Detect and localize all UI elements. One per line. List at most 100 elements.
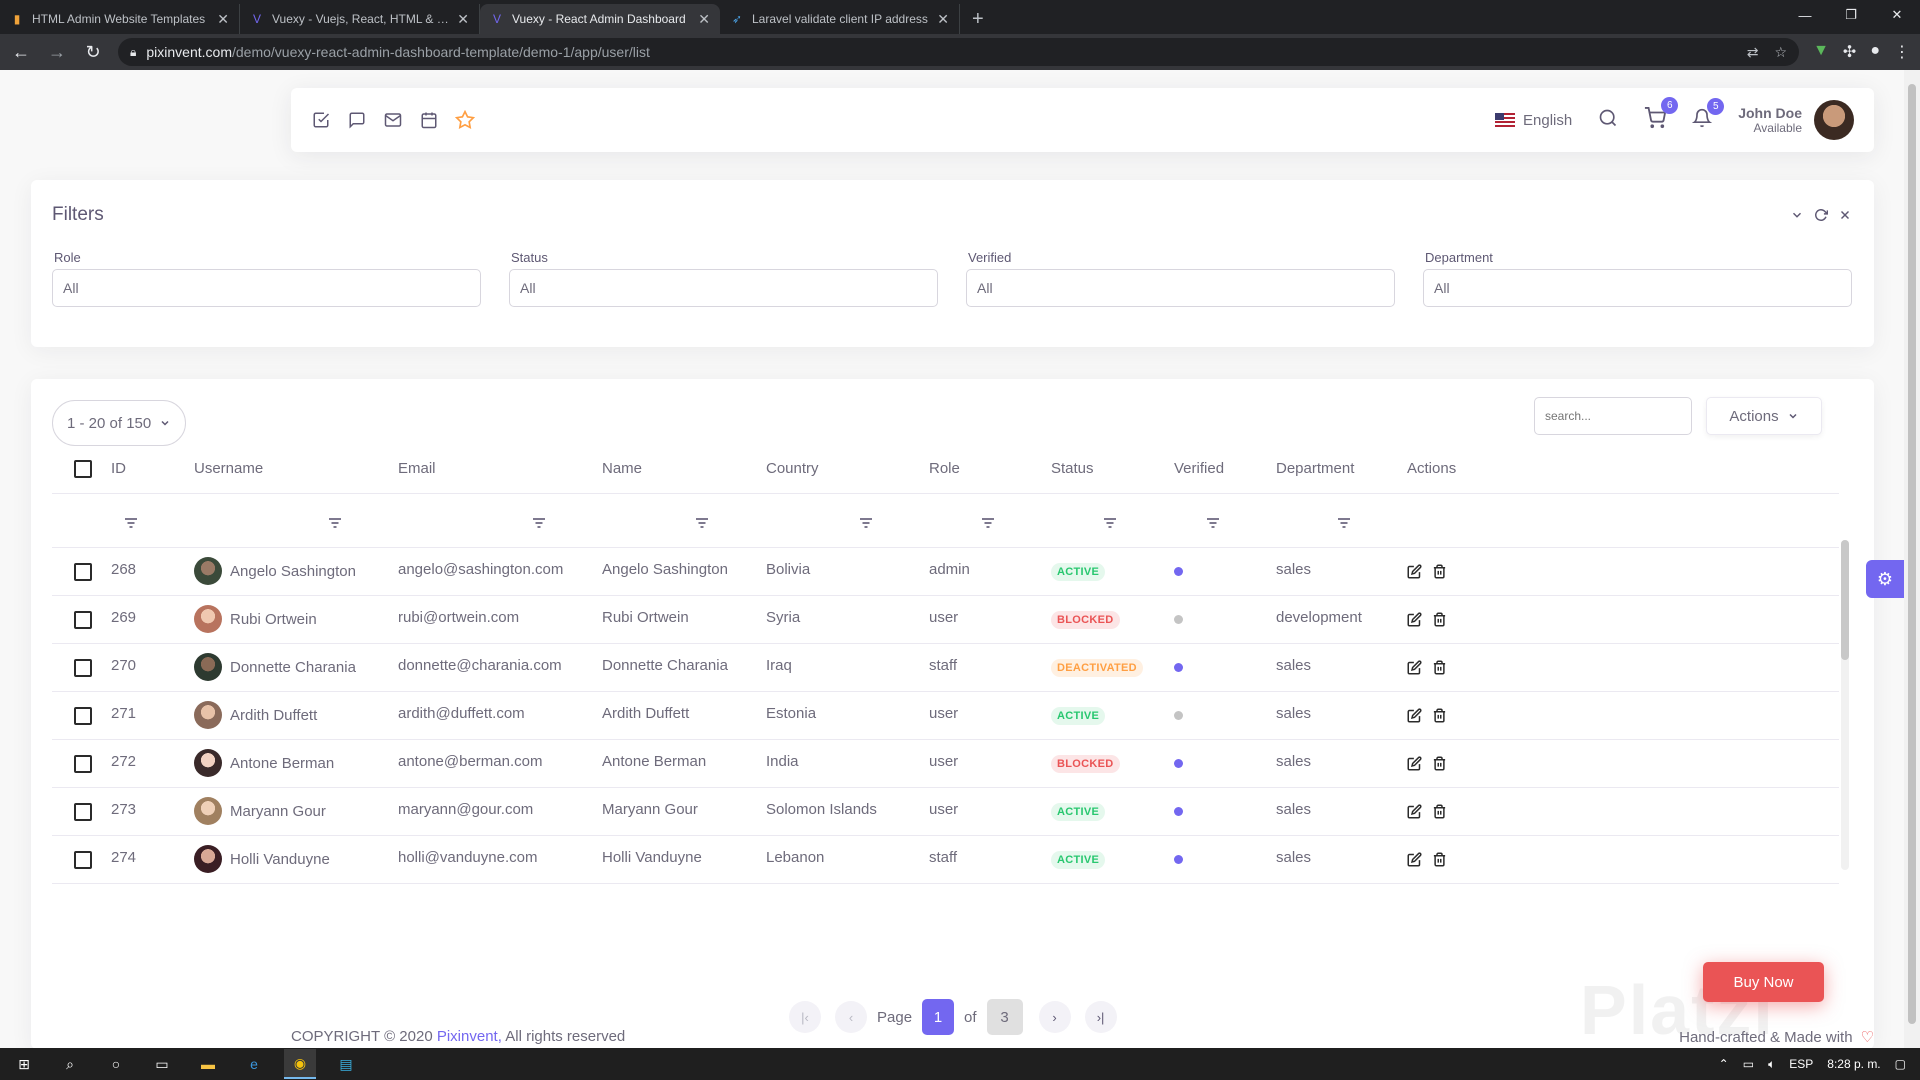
table-scrollbar[interactable] (1841, 540, 1849, 870)
select-all-checkbox[interactable] (74, 460, 92, 478)
table-row[interactable]: 274 Holli Vanduyne holli@vanduyne.com Holli… (52, 836, 1839, 884)
brand-link[interactable]: Pixinvent, (437, 1028, 502, 1045)
edit-icon[interactable] (1407, 852, 1422, 867)
column-header-country[interactable]: Country (766, 460, 819, 477)
search-input[interactable] (1534, 397, 1692, 435)
clock[interactable]: 8:28 p. m. (1827, 1057, 1880, 1071)
edit-icon[interactable] (1407, 804, 1422, 819)
delete-icon[interactable] (1432, 804, 1447, 819)
cortana-icon[interactable]: ○ (100, 1049, 132, 1079)
address-bar[interactable]: 🔒︎ pixinvent.com/demo/vuexy-react-admin-… (118, 38, 1800, 66)
delete-icon[interactable] (1432, 564, 1447, 579)
browser-menu-icon[interactable]: ⋮ (1894, 42, 1910, 62)
username-cell[interactable]: Ardith Duffett (194, 701, 317, 729)
role-select[interactable]: All (52, 269, 481, 307)
department-select[interactable]: All (1423, 269, 1852, 307)
username-cell[interactable]: Antone Berman (194, 749, 334, 777)
search-icon[interactable]: ⌕ (54, 1049, 86, 1079)
task-view-icon[interactable]: ▭ (146, 1049, 178, 1079)
collapse-chevron-icon[interactable] (1790, 208, 1804, 225)
username-cell[interactable]: Holli Vanduyne (194, 845, 330, 873)
new-tab-button[interactable]: + (960, 4, 996, 34)
table-row[interactable]: 268 Angelo Sashington angelo@sashington.co… (52, 548, 1839, 596)
delete-icon[interactable] (1432, 852, 1447, 867)
row-checkbox[interactable] (74, 755, 92, 773)
browser-tab-1[interactable]: V Vuexy - Vuejs, React, HTML & Laravel ✕ (240, 4, 480, 34)
delete-icon[interactable] (1432, 708, 1447, 723)
filter-icon[interactable] (124, 517, 138, 529)
username-cell[interactable]: Angelo Sashington (194, 557, 356, 585)
row-checkbox[interactable] (74, 851, 92, 869)
buy-now-button[interactable]: Buy Now (1703, 962, 1824, 1002)
browser-tab-2[interactable]: V Vuexy - React Admin Dashboard ✕ (480, 4, 720, 34)
profile-icon[interactable]: ● (1870, 42, 1880, 62)
cart-button[interactable]: 6 (1644, 96, 1679, 134)
chat-icon[interactable] (347, 110, 367, 130)
username-cell[interactable]: Maryann Gour (194, 797, 326, 825)
username-cell[interactable]: Rubi Ortwein (194, 605, 317, 633)
row-checkbox[interactable] (74, 563, 92, 581)
close-window-icon[interactable]: ✕ (1874, 0, 1920, 30)
user-dropdown[interactable]: John Doe Available (1738, 100, 1854, 140)
translate-icon[interactable]: ⇄ (1747, 44, 1759, 61)
close-tab-icon[interactable]: ✕ (937, 11, 949, 28)
filter-icon[interactable] (1337, 517, 1351, 529)
search-icon[interactable] (1598, 108, 1618, 133)
column-header-email[interactable]: Email (398, 460, 436, 477)
language-selector[interactable]: English (1495, 112, 1572, 129)
edit-icon[interactable] (1407, 564, 1422, 579)
row-checkbox[interactable] (74, 803, 92, 821)
customizer-toggle[interactable]: ⚙ (1866, 560, 1904, 598)
filter-icon[interactable] (859, 517, 873, 529)
minimize-icon[interactable]: — (1782, 0, 1828, 30)
table-row[interactable]: 272 Antone Berman antone@berman.com Antone … (52, 740, 1839, 788)
column-header-department[interactable]: Department (1276, 460, 1354, 477)
file-explorer-icon[interactable]: ▬ (192, 1049, 224, 1079)
column-header-id[interactable]: ID (111, 460, 126, 477)
column-header-role[interactable]: Role (929, 460, 960, 477)
chrome-icon[interactable]: ◉ (284, 1049, 316, 1079)
filter-icon[interactable] (695, 517, 709, 529)
mail-icon[interactable] (383, 110, 403, 130)
extension-download-icon[interactable]: ▼ (1813, 42, 1829, 62)
table-row[interactable]: 271 Ardith Duffett ardith@duffett.com Ardit… (52, 692, 1839, 740)
table-row[interactable]: 273 Maryann Gour maryann@gour.com Maryann G… (52, 788, 1839, 836)
app-icon[interactable]: ▤ (330, 1049, 362, 1079)
input-language[interactable]: ESP (1789, 1057, 1813, 1071)
filter-icon[interactable] (1206, 517, 1220, 529)
notifications-button[interactable]: 5 (1691, 97, 1725, 133)
filter-icon[interactable] (532, 517, 546, 529)
back-icon[interactable]: ← (10, 42, 32, 63)
row-checkbox[interactable] (74, 707, 92, 725)
star-icon[interactable] (455, 110, 475, 130)
table-row[interactable]: 269 Rubi Ortwein rubi@ortwein.com Rubi Ortw… (52, 596, 1839, 644)
browser-tab-0[interactable]: ▮ HTML Admin Website Templates ✕ (0, 4, 240, 34)
bookmark-star-icon[interactable]: ☆ (1775, 44, 1788, 61)
filter-icon[interactable] (981, 517, 995, 529)
column-header-username[interactable]: Username (194, 460, 263, 477)
delete-icon[interactable] (1432, 756, 1447, 771)
edit-icon[interactable] (1407, 660, 1422, 675)
extensions-puzzle-icon[interactable]: ✣ (1843, 42, 1856, 62)
refresh-icon[interactable] (1814, 208, 1829, 225)
row-checkbox[interactable] (74, 659, 92, 677)
table-row[interactable]: 270 Donnette Charania donnette@charania.co… (52, 644, 1839, 692)
close-tab-icon[interactable]: ✕ (217, 11, 229, 28)
edit-icon[interactable] (1407, 612, 1422, 627)
filter-icon[interactable] (1103, 517, 1117, 529)
verified-select[interactable]: All (966, 269, 1395, 307)
forward-icon[interactable]: → (46, 42, 68, 63)
volume-icon[interactable]: 🔈︎ (1768, 1057, 1775, 1072)
windows-start-icon[interactable]: ⊞ (8, 1049, 40, 1079)
edge-icon[interactable]: e (238, 1049, 270, 1079)
close-icon[interactable] (1838, 208, 1852, 225)
browser-tab-3[interactable]: ➶ Laravel validate client IP address ✕ (720, 4, 960, 34)
page-scrollbar[interactable] (1904, 70, 1920, 1048)
delete-icon[interactable] (1432, 612, 1447, 627)
status-select[interactable]: All (509, 269, 938, 307)
actions-dropdown-button[interactable]: Actions (1706, 397, 1822, 435)
restore-icon[interactable]: ❐ (1828, 0, 1874, 30)
page-size-dropdown[interactable]: 1 - 20 of 150 (52, 400, 187, 446)
network-icon[interactable]: ▭ (1743, 1057, 1754, 1071)
delete-icon[interactable] (1432, 660, 1447, 675)
